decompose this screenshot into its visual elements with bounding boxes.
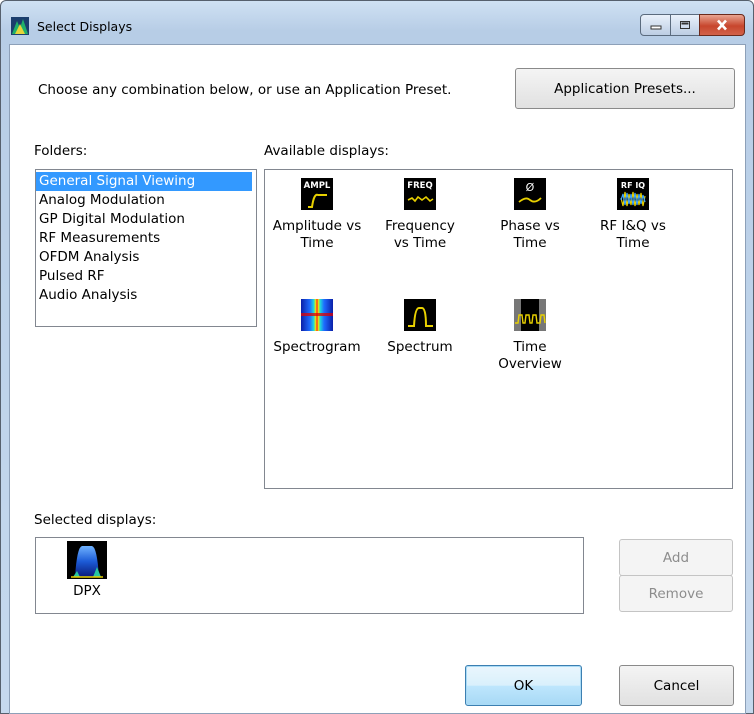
- display-label-line1: Time: [513, 339, 547, 355]
- display-label-line2: Overview: [498, 356, 562, 372]
- svg-text:AMPL: AMPL: [304, 181, 331, 191]
- spectrum-icon: [404, 299, 436, 331]
- application-presets-button[interactable]: Application Presets...: [515, 68, 735, 109]
- cancel-button[interactable]: Cancel: [619, 665, 734, 706]
- maximize-icon[interactable]: [670, 14, 700, 36]
- display-label-line1: Spectrum: [387, 339, 453, 355]
- display-tile-spectrum[interactable]: Spectrum: [370, 299, 470, 356]
- selected-displays-label: Selected displays:: [34, 512, 157, 528]
- display-label-line2: Time: [513, 235, 547, 251]
- instruction-text: Choose any combination below, or use an …: [38, 82, 452, 98]
- dpx-icon: [67, 541, 107, 579]
- folder-item-audio-analysis[interactable]: Audio Analysis: [36, 286, 256, 305]
- folder-item-gp-digital-modulation[interactable]: GP Digital Modulation: [36, 210, 256, 229]
- display-tile-spectrogram[interactable]: Spectrogram: [267, 299, 367, 356]
- window-title: Select Displays: [37, 19, 133, 34]
- selected-label: DPX: [73, 583, 101, 599]
- time-overview-icon: [514, 299, 546, 331]
- minimize-icon[interactable]: [640, 14, 671, 36]
- dialog-window: Select Displays Choose any combination b…: [0, 0, 754, 714]
- rf-iq-icon: RF IQ: [617, 178, 649, 210]
- folder-item-pulsed-rf[interactable]: Pulsed RF: [36, 267, 256, 286]
- phase-icon: Ø: [514, 178, 546, 210]
- selected-tile-dpx[interactable]: DPX: [59, 541, 115, 600]
- frequency-icon: FREQ: [404, 178, 436, 210]
- display-label-line2: vs Time: [393, 235, 447, 251]
- display-label-line1: Frequency: [385, 218, 455, 234]
- display-label-line1: Phase vs: [500, 218, 560, 234]
- display-label-line2: Time: [300, 235, 334, 251]
- display-label-line1: Amplitude vs: [272, 218, 362, 234]
- display-label-line1: Spectrogram: [273, 339, 361, 355]
- available-displays-label: Available displays:: [264, 143, 389, 159]
- display-tile-time-overview[interactable]: Time Overview: [480, 299, 580, 373]
- display-tile-amplitude[interactable]: AMPL Amplitude vs Time: [267, 178, 367, 252]
- folder-item-rf-measurements[interactable]: RF Measurements: [36, 229, 256, 248]
- display-tile-frequency[interactable]: FREQ Frequency vs Time: [370, 178, 470, 252]
- ok-button[interactable]: OK: [465, 665, 582, 706]
- add-button[interactable]: Add: [619, 539, 733, 576]
- amplitude-icon: AMPL: [301, 178, 333, 210]
- close-icon[interactable]: [699, 14, 745, 36]
- display-label-line1: RF I&Q vs: [600, 218, 666, 234]
- svg-text:Ø: Ø: [526, 181, 535, 194]
- dialog-content: Choose any combination below, or use an …: [9, 44, 746, 714]
- svg-text:RF IQ: RF IQ: [621, 181, 645, 190]
- folders-list[interactable]: General Signal Viewing Analog Modulation…: [35, 169, 257, 327]
- title-bar[interactable]: Select Displays: [1, 1, 753, 43]
- svg-text:FREQ: FREQ: [407, 181, 432, 191]
- window-controls: [640, 14, 745, 38]
- app-icon: [11, 17, 29, 35]
- display-label-line2: Time: [616, 235, 650, 251]
- selected-displays-list[interactable]: DPX: [35, 537, 584, 614]
- available-displays-list[interactable]: AMPL Amplitude vs Time FREQ Frequency vs…: [264, 169, 733, 489]
- folder-item-analog-modulation[interactable]: Analog Modulation: [36, 191, 256, 210]
- folders-label: Folders:: [34, 143, 88, 159]
- folder-item-ofdm-analysis[interactable]: OFDM Analysis: [36, 248, 256, 267]
- display-tile-rf-iq[interactable]: RF IQ RF I&Q vs Time: [583, 178, 683, 252]
- folder-item-general-signal-viewing[interactable]: General Signal Viewing: [36, 172, 252, 191]
- display-tile-phase[interactable]: Ø Phase vs Time: [480, 178, 580, 252]
- remove-button[interactable]: Remove: [619, 575, 733, 612]
- spectrogram-icon: [301, 299, 333, 331]
